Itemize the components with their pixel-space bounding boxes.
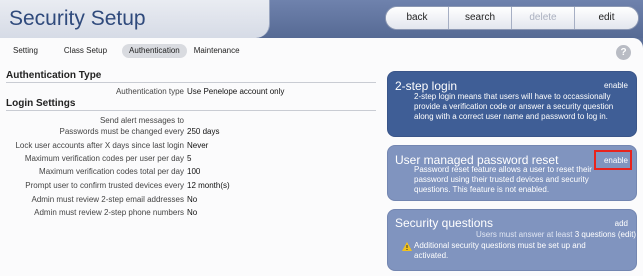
settings-label: Maximum verification codes total per day	[39, 167, 184, 176]
two-step-enable-link[interactable]: enable	[604, 81, 628, 90]
edit-button[interactable]: edit	[575, 7, 638, 29]
delete-button[interactable]: delete	[512, 7, 575, 29]
security-questions-add-link[interactable]: add	[615, 219, 628, 228]
settings-label: Admin must review 2-step phone numbers	[34, 208, 184, 217]
security-questions-card: Security questions add Users must answer…	[387, 209, 637, 271]
warning-text: Additional security questions must be se…	[414, 241, 586, 260]
min-questions-label: Users must answer at least	[476, 230, 573, 239]
settings-value: 5	[187, 154, 192, 163]
authentication-type-value[interactable]: Use Penelope account only	[187, 86, 284, 97]
settings-row: Send alert messages to	[0, 115, 380, 126]
settings-label: Maximum verification codes per user per …	[24, 154, 184, 163]
tab-authentication[interactable]: Authentication	[122, 44, 187, 58]
settings-row: Passwords must be changed every 250 days	[0, 126, 380, 137]
back-button[interactable]: back	[386, 7, 449, 29]
settings-row: Maximum verification codes total per day…	[0, 166, 380, 177]
settings-value: No	[187, 195, 198, 204]
toolbar: back search delete edit	[385, 6, 639, 30]
header-bar: Security Setup back search delete edit	[0, 0, 643, 38]
settings-label: Prompt user to confirm trusted devices e…	[25, 181, 184, 190]
tab-setting[interactable]: Setting	[6, 44, 45, 58]
settings-row: Prompt user to confirm trusted devices e…	[0, 180, 380, 191]
tab-maintenance[interactable]: Maintenance	[187, 44, 247, 58]
tab-class-setup[interactable]: Class Setup	[57, 44, 114, 58]
search-button[interactable]: search	[449, 7, 512, 29]
settings-row: Admin must review 2-step phone numbers N…	[0, 207, 380, 218]
enable-highlight-box	[594, 150, 632, 170]
settings-value: 250 days	[187, 127, 220, 136]
settings-value: 100	[187, 167, 201, 176]
settings-label: Lock user accounts after X days since la…	[15, 141, 184, 150]
two-step-login-card: 2-step login enable 2-step login means t…	[387, 71, 637, 137]
tab-bar: Setting Class Setup Authentication Maint…	[6, 44, 247, 58]
settings-label: Send alert messages to	[99, 116, 184, 125]
settings-value: 12 month(s)	[187, 181, 230, 190]
questions-count-link[interactable]: 3 questions (edit)	[575, 230, 636, 239]
min-questions-line: Users must answer at least 3 questions (…	[476, 230, 636, 239]
page-title: Security Setup	[9, 7, 146, 30]
card-title: 2-step login	[395, 79, 458, 93]
settings-value: Never	[187, 141, 209, 150]
help-icon[interactable]: ?	[616, 45, 631, 60]
warning-icon	[402, 242, 412, 251]
card-description: Password reset feature allows a user to …	[414, 165, 592, 194]
authentication-type-row: Authentication type Use Penelope account…	[0, 86, 380, 97]
settings-row: Admin must review 2-step email addresses…	[0, 194, 380, 205]
settings-row: Maximum verification codes per user per …	[0, 153, 380, 164]
settings-label: Admin must review 2-step email addresses	[31, 195, 184, 204]
settings-value: No	[187, 208, 198, 217]
settings-row: Lock user accounts after X days since la…	[0, 140, 380, 151]
settings-label: Passwords must be changed every	[59, 127, 184, 136]
authentication-type-heading: Authentication Type	[6, 70, 376, 83]
authentication-type-label: Authentication type	[115, 87, 184, 96]
card-description: 2-step login means that users will have …	[414, 92, 614, 121]
title-tab: Security Setup	[0, 0, 270, 38]
login-settings-heading: Login Settings	[6, 98, 376, 111]
card-title: Security questions	[395, 216, 494, 230]
